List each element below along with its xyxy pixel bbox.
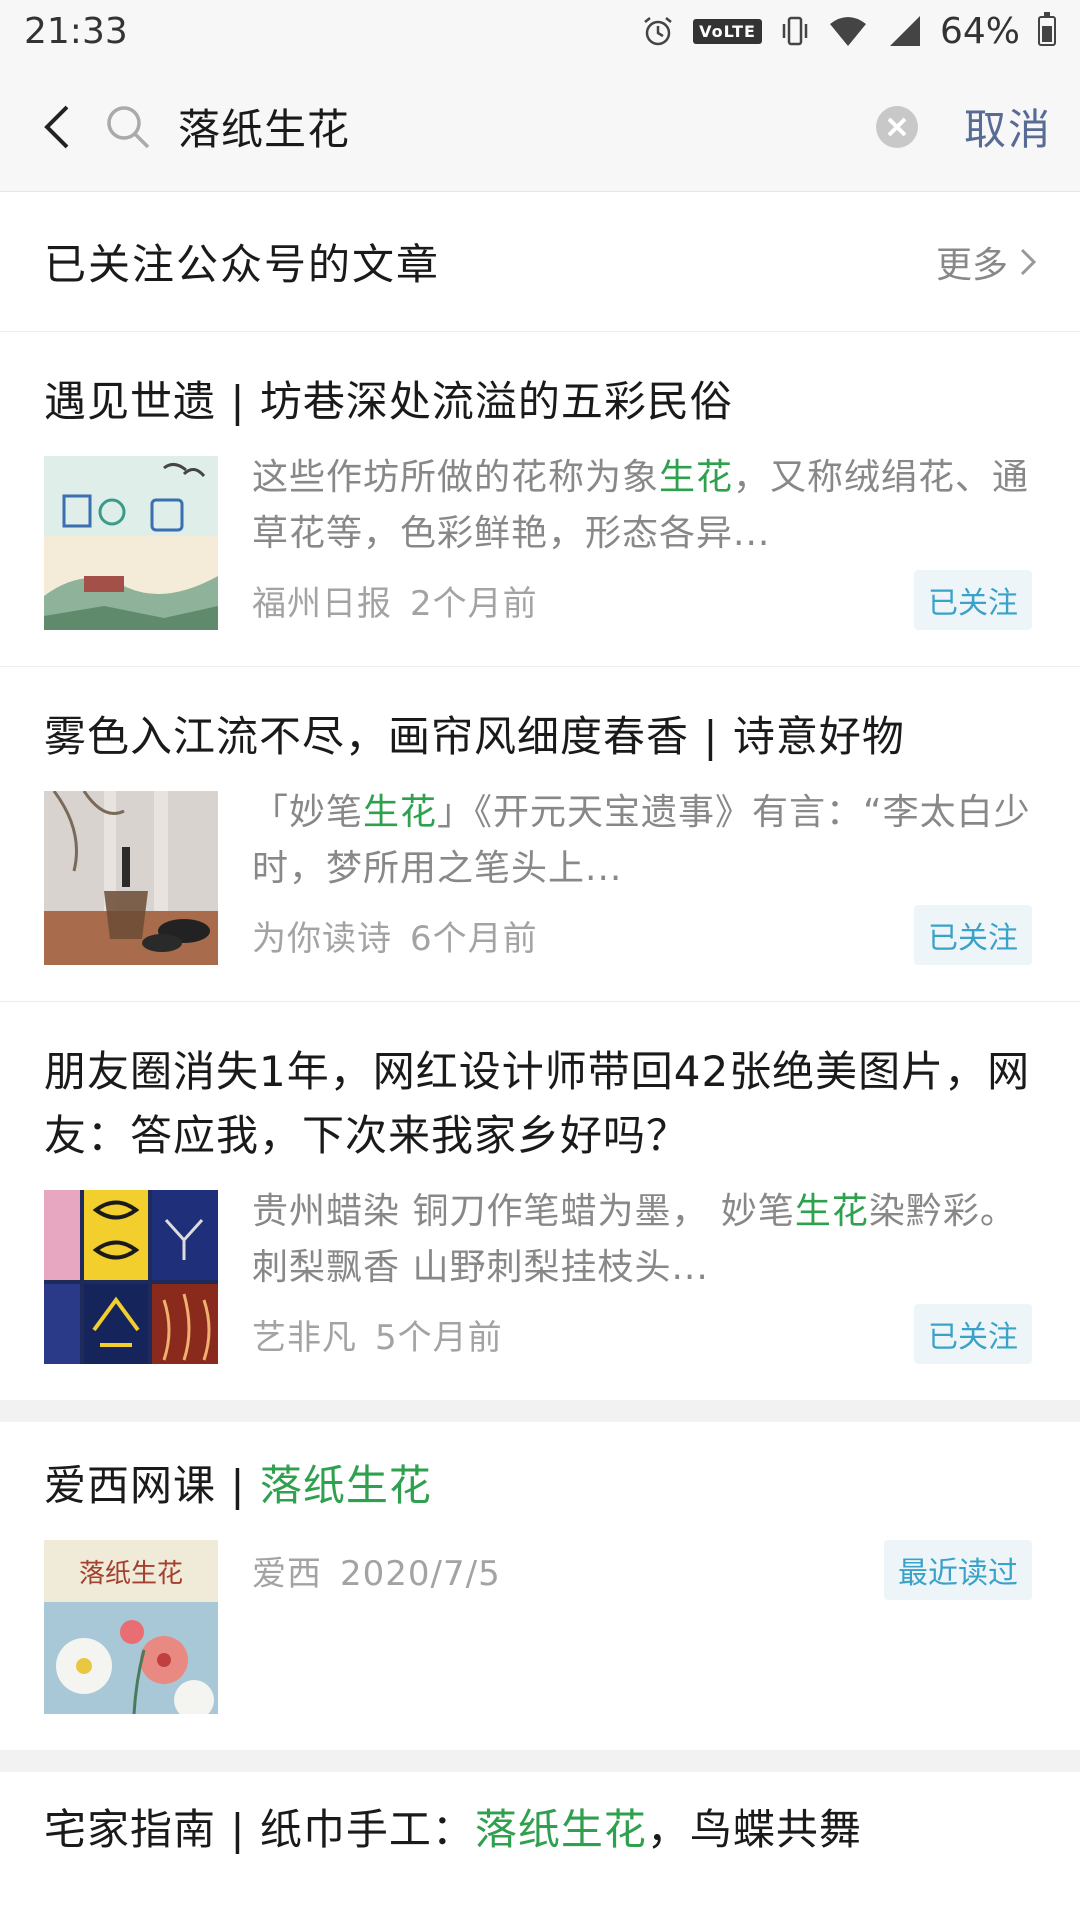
article-item[interactable]: 宅家指南 | 纸巾手工：落纸生花，鸟蝶共舞 bbox=[0, 1772, 1080, 1862]
cancel-button[interactable]: 取消 bbox=[964, 96, 1052, 157]
course-item[interactable]: 爱西网课 | 落纸生花 落纸生花 爱西 2020/7/5 最近读过 bbox=[0, 1422, 1080, 1750]
article-excerpt: 「妙笔生花」《开元天宝遗事》有言：“李太白少时，梦所用之笔头上... bbox=[252, 792, 1031, 889]
signal-icon bbox=[889, 16, 920, 46]
course-thumbnail: 落纸生花 bbox=[44, 1540, 218, 1714]
status-icons: VoLTE 64% bbox=[641, 11, 1056, 52]
back-icon[interactable] bbox=[36, 97, 76, 157]
search-input[interactable]: 落纸生花 bbox=[178, 96, 874, 157]
section-header: 已关注公众号的文章 更多 bbox=[0, 192, 1080, 332]
course-meta: 爱西 2020/7/5 bbox=[252, 1546, 501, 1595]
followed-tag: 已关注 bbox=[914, 570, 1032, 630]
course-title: 爱西网课 | 落纸生花 bbox=[44, 1461, 432, 1510]
course-thumbnail-text: 落纸生花 bbox=[79, 1559, 183, 1589]
article-item[interactable]: 朋友圈消失1年，网红设计师带回42张绝美图片，网友：答应我，下次来我家乡好吗？ … bbox=[0, 1002, 1080, 1400]
section-divider bbox=[0, 1400, 1080, 1422]
article-title: 宅家指南 | 纸巾手工：落纸生花，鸟蝶共舞 bbox=[44, 1805, 862, 1854]
search-icon bbox=[107, 105, 150, 148]
alarm-icon bbox=[644, 17, 672, 46]
course-source: 爱西 bbox=[252, 1553, 322, 1594]
article-thumbnail bbox=[44, 1190, 218, 1364]
article-meta: 艺非凡 5个月前 bbox=[252, 1310, 503, 1359]
battery-icon bbox=[1038, 12, 1056, 46]
recently-read-tag: 最近读过 bbox=[884, 1540, 1032, 1600]
clear-icon[interactable] bbox=[874, 104, 920, 150]
article-title: 朋友圈消失1年，网红设计师带回42张绝美图片，网友：答应我，下次来我家乡好吗？ bbox=[44, 1047, 1031, 1160]
article-meta: 福州日报 2个月前 bbox=[252, 576, 538, 625]
more-label: 更多 bbox=[935, 244, 1008, 286]
article-meta: 为你读诗 6个月前 bbox=[252, 911, 538, 960]
article-title: 遇见世遗 | 坊巷深处流溢的五彩民俗 bbox=[44, 377, 733, 426]
course-date: 2020/7/5 bbox=[340, 1553, 501, 1594]
article-thumbnail bbox=[44, 456, 218, 630]
section-divider bbox=[0, 1750, 1080, 1772]
followed-tag: 已关注 bbox=[914, 905, 1032, 965]
article-thumbnail bbox=[44, 791, 218, 965]
battery-percent: 64% bbox=[939, 10, 1020, 52]
article-excerpt: 这些作坊所做的花称为象生花，又称绒绢花、通草花等，色彩鲜艳，形态各异... bbox=[252, 457, 1030, 554]
more-button[interactable]: 更多 bbox=[936, 236, 1038, 288]
article-time: 6个月前 bbox=[410, 918, 538, 959]
article-item[interactable]: 雾色入江流不尽，画帘风细度春香 | 诗意好物 「妙笔生花」《开元天宝遗事》有言：… bbox=[0, 667, 1080, 1002]
search-bar: 落纸生花 取消 bbox=[0, 62, 1080, 192]
followed-tag: 已关注 bbox=[914, 1304, 1032, 1364]
wifi-icon bbox=[829, 17, 866, 46]
volte-badge: VoLTE bbox=[693, 18, 762, 44]
article-excerpt: 贵州蜡染 铜刀作笔蜡为墨， 妙笔生花染黔彩。 刺梨飘香 山野刺梨挂枝头... bbox=[252, 1191, 1017, 1288]
status-time: 21:33 bbox=[24, 10, 128, 52]
article-source: 福州日报 bbox=[252, 583, 392, 624]
section-title: 已关注公众号的文章 bbox=[44, 240, 441, 289]
article-item[interactable]: 遇见世遗 | 坊巷深处流溢的五彩民俗 这些作坊所做的花称为象生花，又称绒绢花、通… bbox=[0, 332, 1080, 667]
chevron-right-icon bbox=[1020, 248, 1037, 275]
article-title: 雾色入江流不尽，画帘风细度春香 | 诗意好物 bbox=[44, 712, 905, 761]
article-time: 2个月前 bbox=[410, 583, 538, 624]
vibrate-icon bbox=[782, 16, 808, 46]
status-bar: 21:33 VoLTE 64% bbox=[0, 0, 1080, 62]
article-time: 5个月前 bbox=[375, 1317, 503, 1358]
article-source: 为你读诗 bbox=[252, 918, 392, 959]
article-source: 艺非凡 bbox=[252, 1317, 357, 1358]
